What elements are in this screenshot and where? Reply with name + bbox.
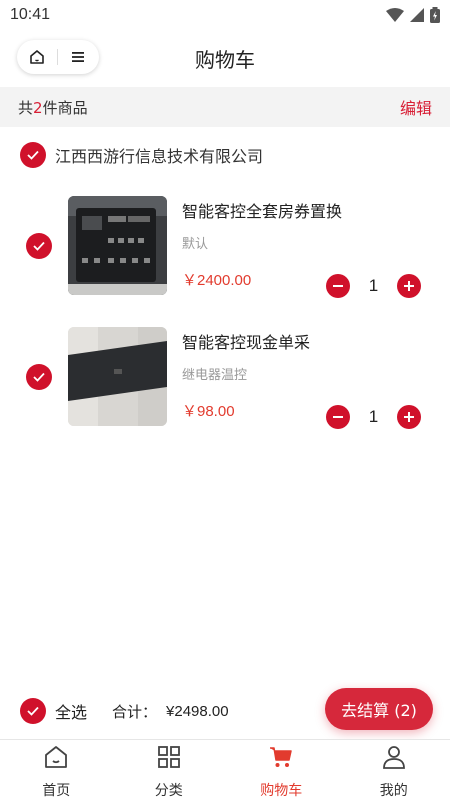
check-icon [27, 706, 39, 716]
item-title[interactable]: 智能客控现金单采 [182, 329, 310, 353]
tab-label: 购物车 [260, 783, 303, 799]
item-count-text: 共2件商品 [18, 97, 88, 118]
select-all-group: 全选 合计： ¥2498.00 [20, 698, 229, 724]
check-icon [27, 150, 39, 160]
item-price: ￥2400.00 [182, 272, 252, 289]
quantity-value[interactable]: 1 [359, 276, 389, 296]
item-checkbox[interactable] [26, 364, 52, 390]
item-title[interactable]: 智能客控全套房券置换 [182, 198, 342, 222]
total-label: 合计： [112, 702, 158, 721]
select-all-label[interactable]: 全选 [55, 699, 87, 723]
item-count: 2 [33, 98, 43, 117]
cart-icon [267, 743, 295, 770]
item-thumbnail[interactable] [68, 196, 167, 295]
home-icon [42, 743, 70, 770]
tab-cart[interactable]: 购物车 [225, 740, 338, 800]
tab-home[interactable]: 首页 [0, 740, 113, 800]
status-bar: 10:41 [0, 0, 450, 30]
user-icon [380, 743, 408, 770]
item-spec: 默认 [182, 237, 209, 252]
minus-icon [333, 416, 343, 418]
tab-label: 首页 [42, 783, 71, 799]
total-value: ¥2498.00 [166, 702, 229, 720]
wifi-icon [386, 8, 404, 22]
quantity-stepper: 1 [326, 274, 421, 298]
checkout-bar: 全选 合计： ¥2498.00 去结算 (2) [0, 688, 450, 734]
increase-button[interactable] [397, 405, 421, 429]
count-suffix: 件商品 [42, 98, 88, 117]
item-spec: 继电器温控 [182, 368, 248, 383]
tab-category[interactable]: 分类 [113, 740, 226, 800]
cart-item: 智能客控全套房券置换 默认 ￥2400.00 1 [0, 196, 450, 298]
shop-row: 江西西游行信息技术有限公司 [20, 142, 263, 168]
check-icon [33, 241, 45, 251]
quantity-stepper: 1 [326, 405, 421, 429]
tab-profile[interactable]: 我的 [338, 740, 450, 800]
checkout-button[interactable]: 去结算 (2) [325, 688, 433, 730]
signal-icon [410, 8, 424, 22]
select-all-checkbox[interactable] [20, 698, 46, 724]
decrease-button[interactable] [326, 405, 350, 429]
tab-label: 我的 [379, 783, 408, 799]
plus-icon [404, 281, 414, 291]
minus-icon [333, 285, 343, 287]
grid-icon [155, 743, 183, 770]
bottom-tab-bar: 首页 分类 购物车 我的 [0, 739, 450, 800]
check-icon [33, 372, 45, 382]
summary-bar: 共2件商品 编辑 [0, 87, 450, 127]
battery-icon [430, 7, 440, 23]
control-panel-image [68, 196, 167, 295]
status-time: 10:41 [10, 6, 51, 23]
shop-checkbox[interactable] [20, 142, 46, 168]
page-title: 购物车 [195, 48, 255, 72]
relay-strip-image [68, 327, 167, 426]
tab-label: 分类 [154, 783, 183, 799]
cart-item: 智能客控现金单采 继电器温控 ￥98.00 1 [0, 327, 450, 429]
item-checkbox[interactable] [26, 233, 52, 259]
nav-bar: 购物车 [0, 36, 450, 80]
quantity-value[interactable]: 1 [359, 407, 389, 427]
increase-button[interactable] [397, 274, 421, 298]
edit-button[interactable]: 编辑 [400, 95, 432, 119]
item-thumbnail[interactable] [68, 327, 167, 426]
plus-icon [404, 412, 414, 422]
shop-name: 江西西游行信息技术有限公司 [55, 147, 264, 166]
status-icons [386, 7, 440, 23]
item-price: ￥98.00 [182, 403, 235, 420]
count-prefix: 共 [18, 98, 34, 117]
decrease-button[interactable] [326, 274, 350, 298]
